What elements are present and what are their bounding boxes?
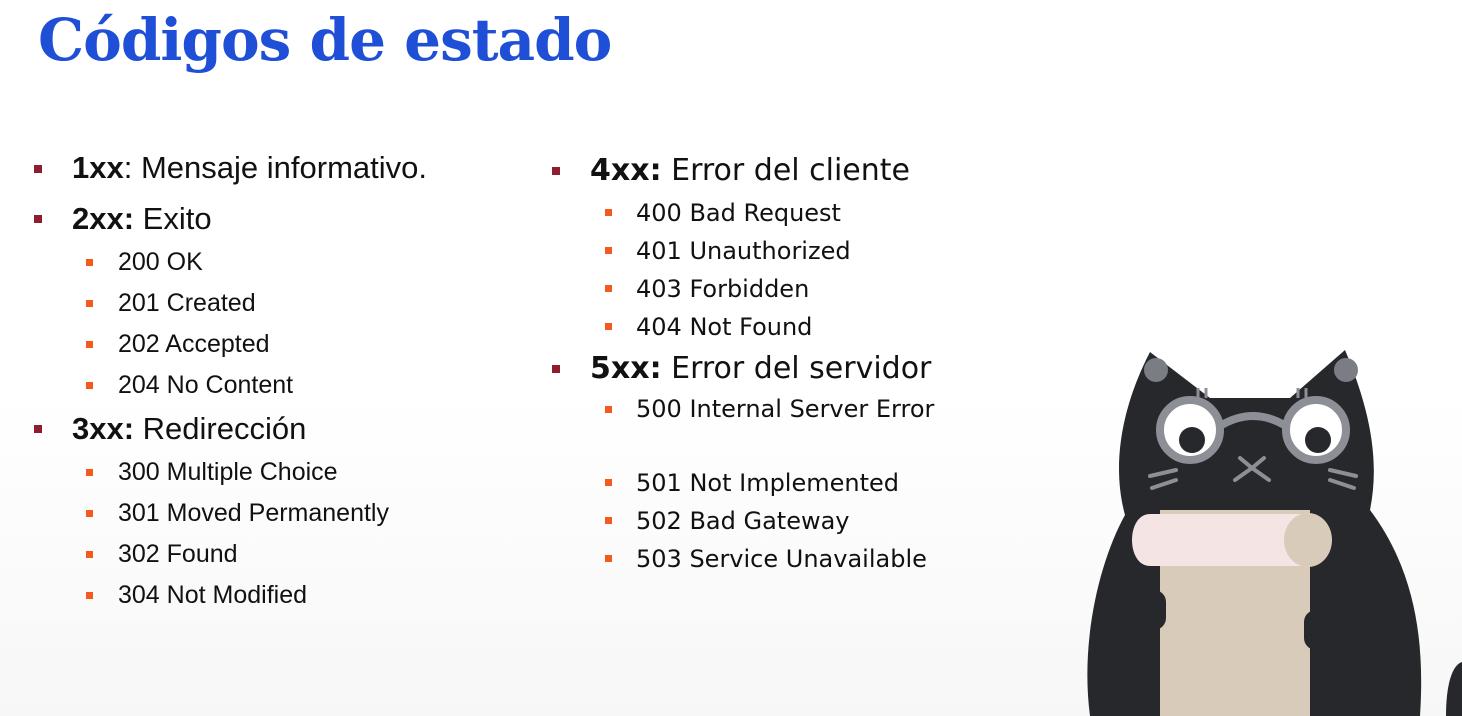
status-item: 503 Service Unavailable xyxy=(548,540,936,578)
cat-pupil-left xyxy=(1179,427,1205,453)
status-item: 401 Unauthorized xyxy=(548,232,936,270)
cat-ear-right xyxy=(1334,358,1358,382)
scroll-roll xyxy=(1284,513,1332,567)
cat-illustration xyxy=(1087,350,1462,716)
cat-paw-right xyxy=(1304,610,1344,650)
status-item: 501 Not Implemented xyxy=(548,464,936,502)
group-1xx: 1xx: Mensaje informativo. xyxy=(30,146,427,196)
group-2xx: 2xx: Exito xyxy=(30,196,427,242)
cat-paw-left xyxy=(1126,590,1166,630)
group-label: Mensaje informativo. xyxy=(132,150,427,185)
group-code: 3xx: xyxy=(72,411,135,446)
status-item: 500 Internal Server Error xyxy=(548,392,936,464)
status-item: 304 Not Modified xyxy=(30,575,427,616)
status-item: 201 Created xyxy=(30,283,427,324)
group-code: 5xx: xyxy=(590,351,662,386)
cat-pupil-right xyxy=(1305,427,1331,453)
status-item: 400 Bad Request xyxy=(548,194,936,232)
status-item: 204 No Content xyxy=(30,365,427,406)
group-5xx: 5xx: Error del servidor xyxy=(548,346,936,392)
group-label: Redirección xyxy=(134,411,307,446)
status-item: 301 Moved Permanently xyxy=(30,493,427,534)
group-code: 2xx: xyxy=(72,201,135,236)
slide-title: Códigos de estado xyxy=(38,6,612,74)
status-item: 200 OK xyxy=(30,242,427,283)
right-column: 4xx: Error del cliente 400 Bad Request 4… xyxy=(548,148,936,578)
left-column: 1xx: Mensaje informativo. 2xx: Exito 200… xyxy=(30,146,427,616)
group-4xx: 4xx: Error del cliente xyxy=(548,148,936,194)
status-item: 502 Bad Gateway xyxy=(548,502,936,540)
group-3xx: 3xx: Redirección xyxy=(30,406,427,452)
group-code: 1xx xyxy=(72,150,124,185)
group-label: Error del servidor xyxy=(661,351,932,386)
cat-tail xyxy=(1446,662,1462,716)
status-item: 403 Forbidden xyxy=(548,270,936,308)
group-label: Exito xyxy=(134,201,212,236)
status-item: 404 Not Found xyxy=(548,308,936,346)
cat-ear-left xyxy=(1144,358,1168,382)
status-item: 300 Multiple Choice xyxy=(30,452,427,493)
group-label: Error del cliente xyxy=(661,153,911,188)
group-code: 4xx: xyxy=(590,153,662,188)
status-item: 202 Accepted xyxy=(30,324,427,365)
status-item: 302 Found xyxy=(30,534,427,575)
